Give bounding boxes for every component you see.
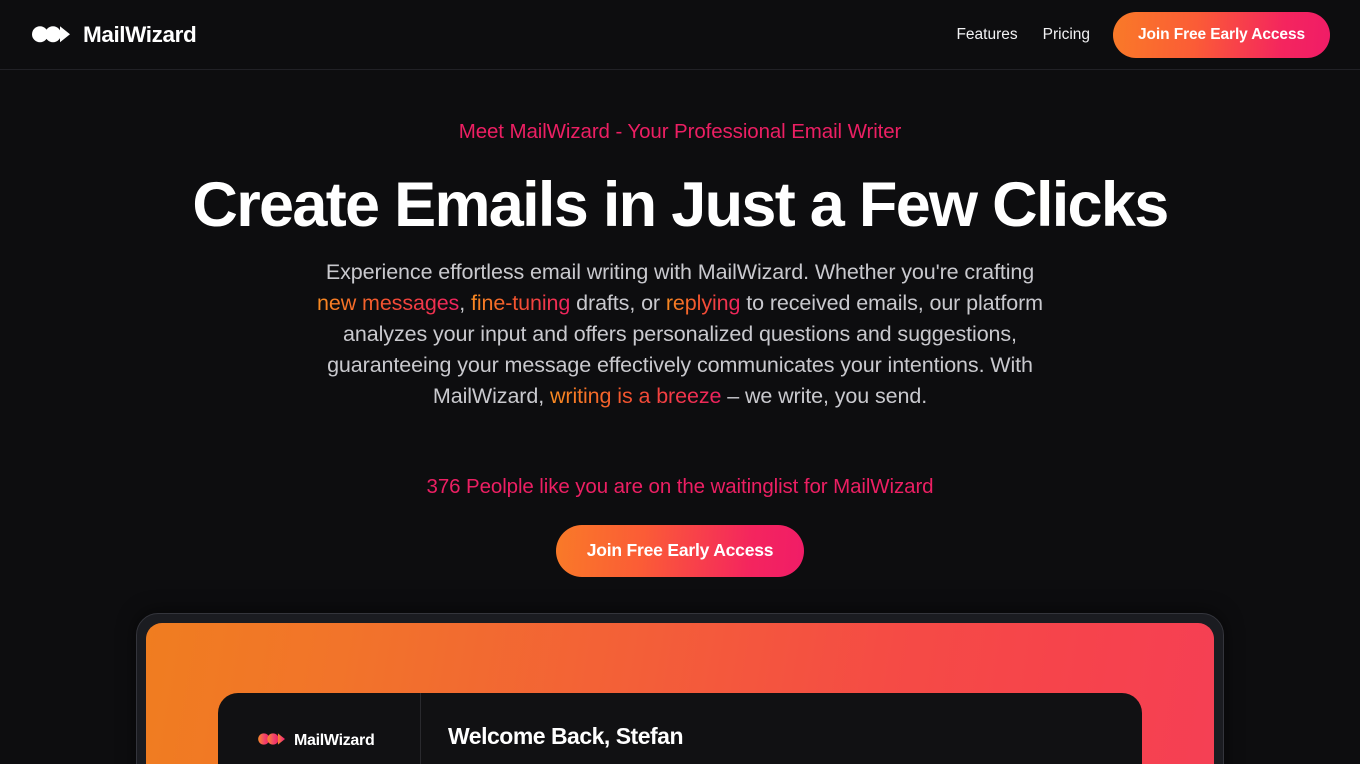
highlight-fine-tuning: fine-tuning bbox=[470, 291, 571, 316]
landing-page: MailWizard Features Pricing Join Free Ea… bbox=[0, 0, 1360, 764]
waitlist-count-text: 376 Peolple like you are on the waitingl… bbox=[426, 475, 934, 499]
main-nav: Features Pricing Join Free Early Access bbox=[952, 11, 1330, 58]
hero-eyebrow: Meet MailWizard - Your Professional Emai… bbox=[458, 120, 902, 143]
device-screen: MailWizard Welcome Back, Stefan bbox=[146, 623, 1214, 764]
brand-logo[interactable]: MailWizard bbox=[32, 21, 197, 47]
highlight-new-messages: new messages bbox=[317, 291, 460, 316]
app-sidebar: MailWizard bbox=[218, 693, 421, 764]
mailwizard-logo-mark-gradient-icon bbox=[258, 732, 288, 750]
site-header: MailWizard Features Pricing Join Free Ea… bbox=[0, 0, 1360, 70]
welcome-heading: Welcome Back, Stefan bbox=[448, 723, 684, 749]
app-brand-name: MailWizard bbox=[294, 732, 375, 749]
hero-section: Meet MailWizard - Your Professional Emai… bbox=[0, 70, 1360, 577]
highlight-writing-is-a-breeze: writing is a breeze bbox=[549, 384, 722, 409]
app-window-preview: MailWizard Welcome Back, Stefan bbox=[218, 693, 1142, 764]
paragraph-text-3: drafts, or bbox=[570, 291, 666, 316]
nav-link-pricing[interactable]: Pricing bbox=[1039, 23, 1094, 47]
page-title: Create Emails in Just a Few Clicks bbox=[192, 169, 1169, 240]
nav-link-features[interactable]: Features bbox=[952, 23, 1021, 47]
hero-paragraph: Experience effortless email writing with… bbox=[310, 257, 1050, 412]
product-screenshot-mockup: MailWizard Welcome Back, Stefan bbox=[136, 613, 1224, 764]
brand-name: MailWizard bbox=[83, 21, 197, 47]
paragraph-text-1: Experience effortless email writing with… bbox=[325, 260, 1035, 285]
hero-join-early-access-button[interactable]: Join Free Early Access bbox=[555, 524, 805, 577]
header-join-early-access-button[interactable]: Join Free Early Access bbox=[1113, 11, 1330, 58]
paragraph-text-5: – we write, you send. bbox=[721, 384, 928, 409]
app-brand-logo: MailWizard bbox=[258, 732, 375, 750]
paragraph-text-2: , bbox=[459, 291, 471, 316]
mailwizard-logo-mark-icon bbox=[32, 26, 74, 44]
app-main-content: Welcome Back, Stefan bbox=[421, 693, 1142, 764]
highlight-replying: replying bbox=[665, 291, 741, 316]
